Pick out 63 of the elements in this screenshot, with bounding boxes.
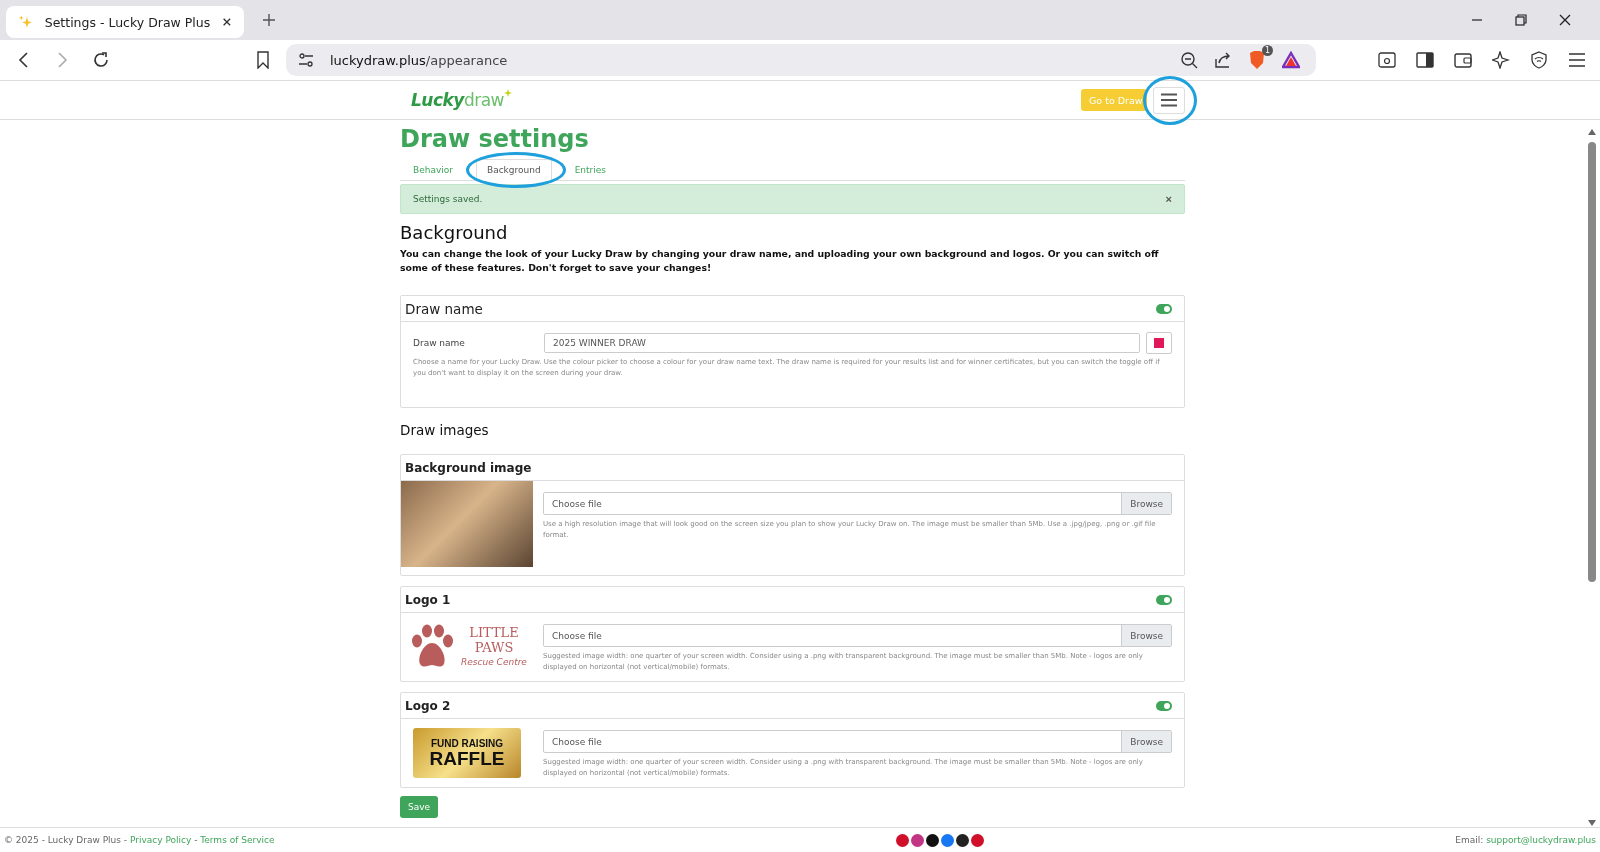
color-picker[interactable]: [1146, 332, 1172, 354]
copyright-text: © 2025 - Lucky Draw Plus - Privacy Policy - Terms of Service: [4, 835, 275, 845]
email-link[interactable]: support@luckydraw.plus: [1486, 835, 1596, 845]
scroll-up-icon[interactable]: [1587, 128, 1597, 136]
section-heading: Draw images: [400, 422, 490, 438]
close-window-icon[interactable]: [1558, 13, 1572, 27]
file-input[interactable]: Choose file Browse: [543, 624, 1172, 647]
card-title: Logo 2: [405, 698, 451, 713]
social-media-icon[interactable]: [955, 833, 969, 847]
blocked-count-badge: 1: [1261, 45, 1273, 56]
logo-text: Rescue Centre: [461, 655, 527, 669]
restore-icon[interactable]: [1514, 13, 1528, 27]
star-icon: [504, 89, 512, 97]
field-label: Draw name: [413, 338, 466, 348]
browser-tab[interactable]: Settings - Lucky Draw Plus: [6, 6, 244, 38]
luckydraw-logo[interactable]: Luckydraw: [411, 90, 504, 110]
toggle-switch[interactable]: [1156, 700, 1172, 711]
address-bar[interactable]: luckydraw.plus/appearance 1: [286, 44, 1316, 76]
sparkle-icon[interactable]: [1492, 51, 1510, 69]
site-settings-icon[interactable]: [298, 52, 314, 68]
email-text: Email: support@luckydraw.plus: [1455, 835, 1596, 845]
draw-name-input[interactable]: 2025 WINNER DRAW: [544, 333, 1140, 353]
bookmark-icon[interactable]: [256, 51, 270, 69]
scroll-down-icon[interactable]: [1587, 819, 1597, 827]
toggle-switch[interactable]: [1156, 594, 1172, 605]
close-button[interactable]: ×: [1165, 193, 1172, 205]
highlight-ellipse: [1143, 75, 1197, 125]
tab-title: Settings - Lucky Draw Plus: [44, 14, 211, 30]
card-title: Logo 1: [405, 592, 451, 607]
sidebar-icon[interactable]: [1416, 51, 1434, 69]
toggle-switch[interactable]: [1156, 303, 1172, 314]
logo-text: LITTLE: [469, 624, 519, 640]
scrollbar-thumb[interactable]: [1588, 142, 1596, 582]
settings-tab[interactable]: Behavior: [402, 158, 464, 182]
file-input[interactable]: Choose file Browse: [543, 492, 1172, 515]
raffle-ticket-logo: FUND RAISING RAFFLE: [413, 728, 521, 778]
intro-text: You can change the look of your Lucky Draw by changing your draw name, and uploading your own background and logos. Or you can switch off some of these features. Don't forget to save your changes!: [400, 247, 1160, 275]
social-media-icon[interactable]: [925, 833, 939, 847]
save-button[interactable]: Save: [400, 796, 439, 818]
share-icon[interactable]: [1214, 51, 1232, 69]
zoom-out-icon[interactable]: [1180, 51, 1198, 69]
terms-of-service-link[interactable]: Terms of Service: [200, 835, 275, 845]
privacy-policy-link[interactable]: Privacy Policy: [130, 835, 192, 845]
wallet-icon[interactable]: [1454, 51, 1472, 69]
card-title: Background image: [405, 460, 532, 475]
reload-icon[interactable]: [92, 51, 110, 69]
logo-text: PAWS: [474, 639, 514, 655]
menu-icon[interactable]: [1568, 51, 1586, 69]
section-heading: Background: [400, 222, 509, 243]
new-tab-icon[interactable]: [262, 13, 276, 27]
menu-button[interactable]: [1153, 86, 1185, 114]
reader-icon[interactable]: [1378, 51, 1396, 69]
card-title: Draw name: [405, 300, 483, 317]
settings-tab[interactable]: Background: [475, 158, 552, 182]
alert-message: Settings saved.: [413, 194, 483, 204]
menu-icon: [1160, 93, 1178, 107]
url-text: luckydraw.plus/appearance: [330, 52, 508, 68]
triangle-icon[interactable]: [1282, 51, 1300, 69]
vpn-shield-icon[interactable]: [1530, 51, 1548, 69]
page-title: Draw settings: [400, 125, 590, 155]
close-icon[interactable]: [222, 16, 232, 28]
settings-tab[interactable]: Entries: [563, 158, 618, 182]
file-input[interactable]: Choose file Browse: [543, 730, 1172, 753]
